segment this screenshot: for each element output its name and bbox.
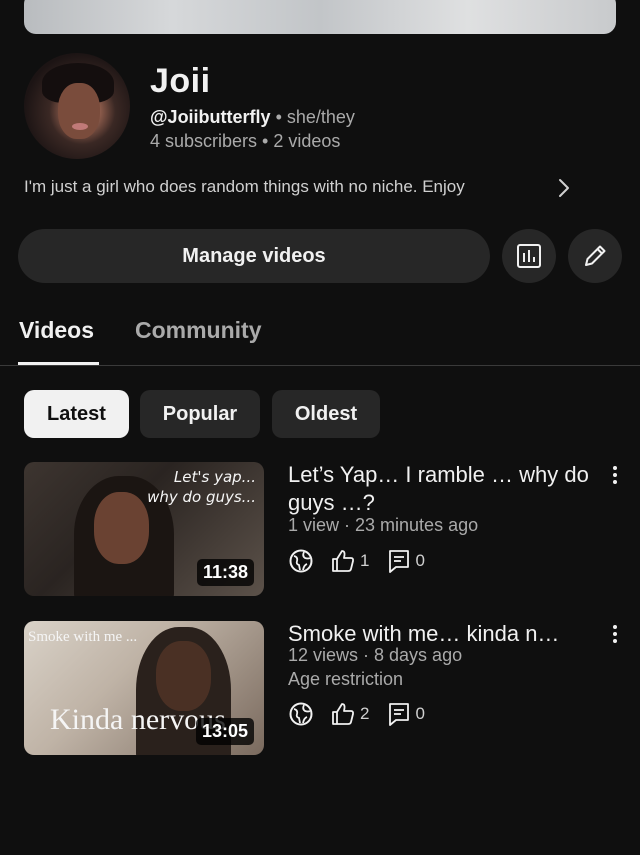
like-count: 1 [360, 551, 370, 570]
channel-handle-line: @Joiibutterfly • she/they [150, 107, 355, 128]
video-title[interactable]: Let’s Yap… I ramble … why do guys …? [288, 461, 608, 517]
chevron-right-icon[interactable] [556, 178, 572, 198]
globe-icon [288, 548, 314, 574]
comment-count: 0 [415, 704, 425, 723]
avatar[interactable] [24, 53, 130, 159]
video-thumbnail[interactable]: Smoke with me ... Kinda nervous 13:05 [24, 621, 264, 755]
thumbs-up-icon[interactable] [330, 548, 356, 574]
channel-name: Joii [150, 62, 211, 100]
channel-stats: 4 subscribers • 2 videos [150, 131, 340, 152]
video-duration: 13:05 [195, 718, 254, 745]
more-vertical-icon[interactable] [607, 464, 623, 486]
channel-pronouns: she/they [286, 107, 355, 127]
video-count: 2 videos [273, 131, 341, 151]
comment-count: 0 [415, 551, 425, 570]
video-stats-row: 1 0 [288, 547, 443, 575]
separator-dot: • [275, 107, 282, 127]
active-tab-indicator [18, 362, 99, 365]
thumbnail-face [94, 492, 149, 564]
thumbnail-caption: Let's yap... [173, 468, 256, 486]
thumbnail-caption: why do guys... [147, 488, 256, 506]
avatar-lips [72, 123, 88, 130]
thumbs-up-icon[interactable] [330, 701, 356, 727]
comment-icon[interactable] [387, 701, 411, 727]
subscriber-count: 4 subscribers [150, 131, 258, 151]
channel-banner [24, 0, 616, 34]
like-count: 2 [360, 704, 370, 723]
video-meta: 1 view · 23 minutes ago [288, 515, 479, 535]
age-restriction-label: Age restriction [288, 669, 404, 689]
channel-tabs: Videos Community [0, 300, 640, 366]
video-title[interactable]: Smoke with me… kinda n… [288, 620, 608, 648]
analytics-button[interactable] [502, 229, 556, 283]
tab-videos[interactable]: Videos [19, 317, 94, 344]
manage-videos-button[interactable]: Manage videos [18, 229, 490, 283]
video-stats-row: 2 0 [288, 700, 443, 728]
globe-icon [288, 701, 314, 727]
thumbnail-caption: Smoke with me ... [28, 629, 138, 645]
video-thumbnail[interactable]: Let's yap... why do guys... 11:38 [24, 462, 264, 596]
avatar-face [58, 83, 100, 139]
channel-description[interactable]: I'm just a girl who does random things w… [24, 177, 465, 197]
channel-handle: @Joiibutterfly [150, 107, 271, 127]
tab-community[interactable]: Community [135, 317, 262, 344]
video-meta: 12 views · 8 days ago [288, 645, 463, 665]
separator-dot: • [262, 131, 269, 151]
video-duration: 11:38 [196, 559, 254, 586]
chip-latest[interactable]: Latest [24, 390, 129, 438]
analytics-icon [517, 244, 541, 268]
thumbnail-face [156, 641, 211, 711]
edit-channel-button[interactable] [568, 229, 622, 283]
more-vertical-icon[interactable] [607, 623, 623, 645]
chip-oldest[interactable]: Oldest [272, 390, 380, 438]
comment-icon[interactable] [387, 548, 411, 574]
pencil-icon [585, 245, 606, 266]
chip-popular[interactable]: Popular [140, 390, 260, 438]
